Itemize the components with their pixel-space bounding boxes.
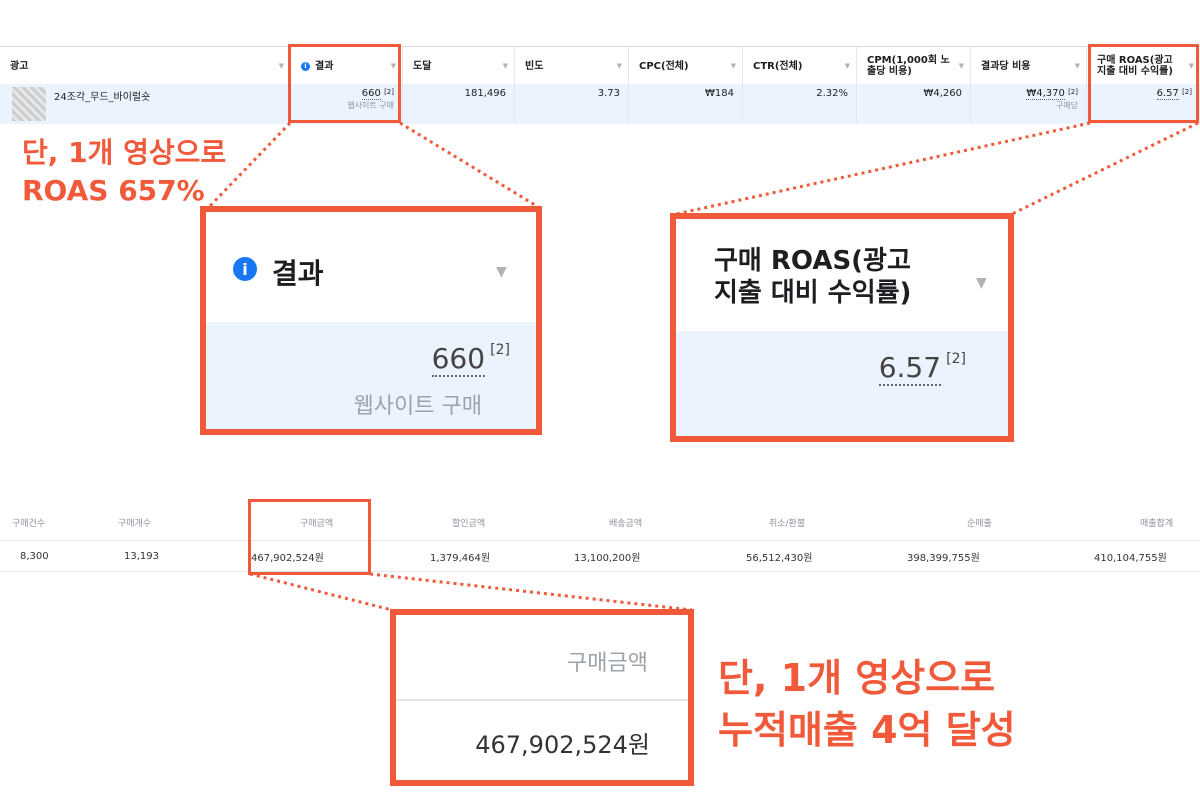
chevron-down-icon: ▼ <box>976 275 987 291</box>
column-header: 구매건수 <box>12 518 46 529</box>
chevron-down-icon[interactable]: ▼ <box>1075 61 1080 72</box>
result-zoom-panel: i 결과 ▼ 660 [2] 웹사이트 구매 <box>200 206 542 435</box>
column-header-cost-per-result[interactable]: 결과당 비용 ▼ <box>970 47 1086 85</box>
cpc-cell: ₩184 <box>628 84 742 124</box>
cost-per-result-cell: ₩4,370 [2] 구매당 <box>970 84 1086 124</box>
chevron-down-icon[interactable]: ▼ <box>731 61 736 72</box>
frequency-cell: 3.73 <box>514 84 628 124</box>
table-cell: 8,300 <box>20 550 49 562</box>
column-header: 취소/환불 <box>769 518 806 529</box>
column-header: 순매출 <box>967 518 992 529</box>
column-header-cpc[interactable]: CPC(전체) ▼ <box>628 47 742 85</box>
info-icon: i <box>233 257 257 281</box>
sales-callout-text: 단, 1개 영상으로 누적매출 4억 달성 <box>718 656 1016 752</box>
column-header-reach[interactable]: 도달 ▼ <box>402 47 514 85</box>
result-column-highlight <box>288 44 401 123</box>
cost-per-result-value[interactable]: ₩4,370 <box>1026 88 1065 100</box>
purchase-amount-highlight <box>248 499 371 575</box>
table-cell: 398,399,755원 <box>907 552 980 564</box>
column-header: 매출합계 <box>1140 518 1174 529</box>
table-cell: 56,512,430원 <box>746 552 813 564</box>
connector-line <box>399 121 541 210</box>
column-header-ad[interactable]: 광고 ▼ <box>0 47 290 85</box>
table-cell: 1,379,464원 <box>430 552 491 564</box>
roas-zoom-panel: 구매 ROAS(광고 지출 대비 수익률) ▼ 6.57 [2] <box>670 213 1014 442</box>
purchase-amount-zoom-panel: 구매금액 467,902,524원 <box>390 609 694 786</box>
column-header-ctr[interactable]: CTR(전체) ▼ <box>742 47 856 85</box>
ctr-cell: 2.32% <box>742 84 856 124</box>
table-cell: 410,104,755원 <box>1094 552 1167 564</box>
column-header-cpm[interactable]: CPM(1,000회 노출당 비용) ▼ <box>856 47 970 85</box>
table-cell: 13,193 <box>124 550 159 562</box>
chevron-down-icon[interactable]: ▼ <box>959 61 964 72</box>
table-cell: 13,100,200원 <box>574 552 641 564</box>
chevron-down-icon: ▼ <box>496 264 507 280</box>
table-row[interactable]: 24조각_무드_바이럴숏 660 [2] 웹사이트 구매 181,496 3.7… <box>0 84 1200 124</box>
ads-table-header: 광고 ▼ i 결과 ▼ 도달 ▼ 빈도 ▼ CPC(전체) ▼ CTR(전체) … <box>0 46 1200 86</box>
sales-table: 구매건수 구매개수 구매금액 할인금액 배송금액 취소/환불 순매출 매출합계 … <box>0 504 1200 572</box>
connector-line <box>671 121 1091 217</box>
cpm-cell: ₩4,260 <box>856 84 970 124</box>
column-header: 할인금액 <box>452 518 486 529</box>
column-header: 구매개수 <box>118 518 152 529</box>
roas-callout-text: 단, 1개 영상으로 ROAS 657% <box>22 136 227 207</box>
connector-line <box>1011 121 1199 216</box>
chevron-down-icon[interactable]: ▼ <box>845 61 850 72</box>
reach-cell: 181,496 <box>402 84 514 124</box>
chevron-down-icon[interactable]: ▼ <box>279 61 284 72</box>
connector-line <box>249 572 393 612</box>
ad-name[interactable]: 24조각_무드_바이럴숏 <box>54 88 150 103</box>
ads-table: 광고 ▼ i 결과 ▼ 도달 ▼ 빈도 ▼ CPC(전체) ▼ CTR(전체) … <box>0 46 1200 124</box>
chevron-down-icon[interactable]: ▼ <box>617 61 622 72</box>
connector-line <box>369 572 693 612</box>
roas-column-highlight <box>1088 44 1199 123</box>
column-header: 배송금액 <box>609 518 643 529</box>
column-header-frequency[interactable]: 빈도 ▼ <box>514 47 628 85</box>
chevron-down-icon[interactable]: ▼ <box>503 61 508 72</box>
ad-thumbnail[interactable] <box>12 87 46 121</box>
